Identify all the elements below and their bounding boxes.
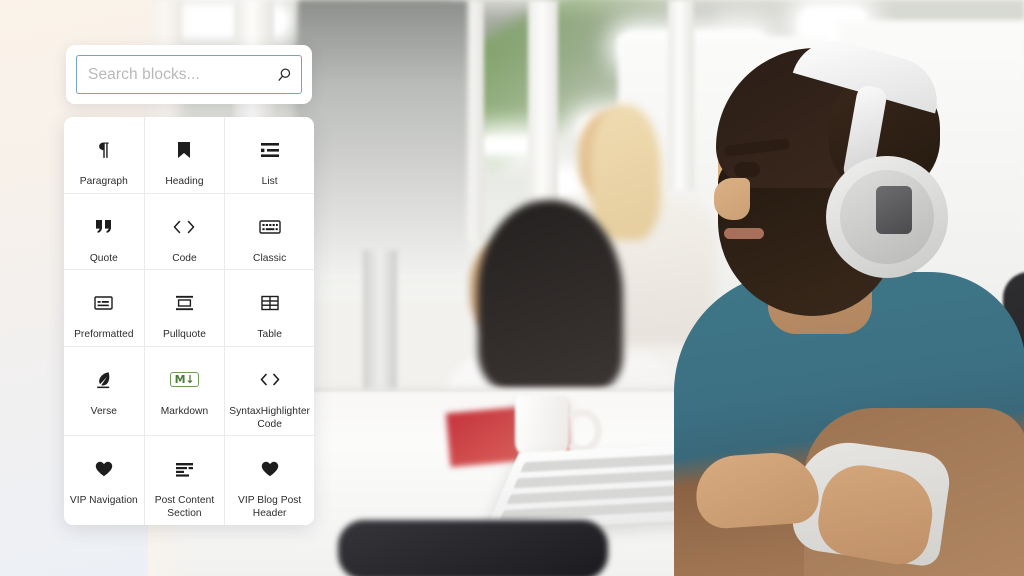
photo-man-lips [724,228,764,239]
block-label: List [261,176,278,187]
block-label: Table [257,329,282,341]
block-label: Heading [165,176,204,187]
block-item-table[interactable]: Table [225,270,314,347]
screenshot-stage: ¶ Paragraph Heading [0,0,1024,576]
block-label: Quote [89,252,118,264]
search-input[interactable] [77,56,301,93]
markdown-badge-letter: M [174,373,186,387]
block-label: Classic [253,252,287,264]
preformatted-box-icon [94,290,114,316]
block-item-paragraph[interactable]: ¶ Paragraph [64,117,145,194]
block-item-syntaxhighlighter-code[interactable]: SyntaxHighlighter Code [225,346,314,437]
photo-chair-armrest [338,520,608,576]
block-item-preformatted[interactable]: Preformatted [64,270,145,347]
markdown-badge-icon: M ↓ [169,367,200,393]
block-label: Paragraph [79,176,128,187]
heart-icon [261,456,279,482]
heart-icon [95,456,113,482]
block-label: Post Content Section [154,495,215,520]
block-item-markdown[interactable]: M ↓ Markdown [144,346,226,437]
photo-monitor [298,0,468,280]
block-item-classic[interactable]: Classic [225,193,314,271]
block-item-quote[interactable]: Quote [64,193,145,271]
code-angle-brackets-icon [173,214,195,240]
block-item-verse[interactable]: Verse [64,346,145,437]
text-lines-icon [175,456,194,482]
block-item-vip-blog-post-header[interactable]: VIP Blog Post Header [225,436,314,525]
markdown-badge-arrow: ↓ [185,373,195,387]
block-label: Pullquote [163,329,206,341]
photo-man [528,10,1024,576]
photo-man-nose [714,178,750,220]
block-item-pullquote[interactable]: Pullquote [144,270,226,347]
block-item-heading[interactable]: Heading [144,117,226,194]
block-label: Code [172,252,197,264]
block-item-post-content-section[interactable]: Post Content Section [144,436,226,525]
code-angle-brackets-icon [260,367,280,393]
keyboard-icon [258,214,281,240]
block-grid: ¶ Paragraph Heading List Quote Code Clas… [64,117,314,525]
block-label: Markdown [160,405,209,417]
block-item-list[interactable]: List [225,117,314,194]
paragraph-icon: ¶ [97,138,110,161]
block-label: VIP Blog Post Header [237,495,302,520]
photo-man-eye [734,162,760,177]
search-icon [276,67,292,83]
block-item-vip-navigation[interactable]: VIP Navigation [64,436,145,525]
heading-bookmark-icon [176,137,192,163]
block-label: Verse [90,405,117,417]
block-label: VIP Navigation [69,495,138,507]
block-search-panel [66,45,312,104]
search-field-wrapper[interactable] [76,55,302,94]
block-item-code[interactable]: Code [144,193,226,271]
table-grid-icon [260,290,279,316]
photo-headphones-detail [876,186,912,234]
quote-icon [95,214,113,240]
block-label: Preformatted [74,329,134,341]
list-icon [260,137,280,163]
block-inserter-panel: ¶ Paragraph Heading List Quote Code Clas… [64,117,314,525]
pullquote-icon [175,290,194,316]
markdown-badge: M ↓ [169,372,200,388]
quill-feather-icon [95,367,112,393]
block-label: SyntaxHighlighter Code [229,405,310,430]
